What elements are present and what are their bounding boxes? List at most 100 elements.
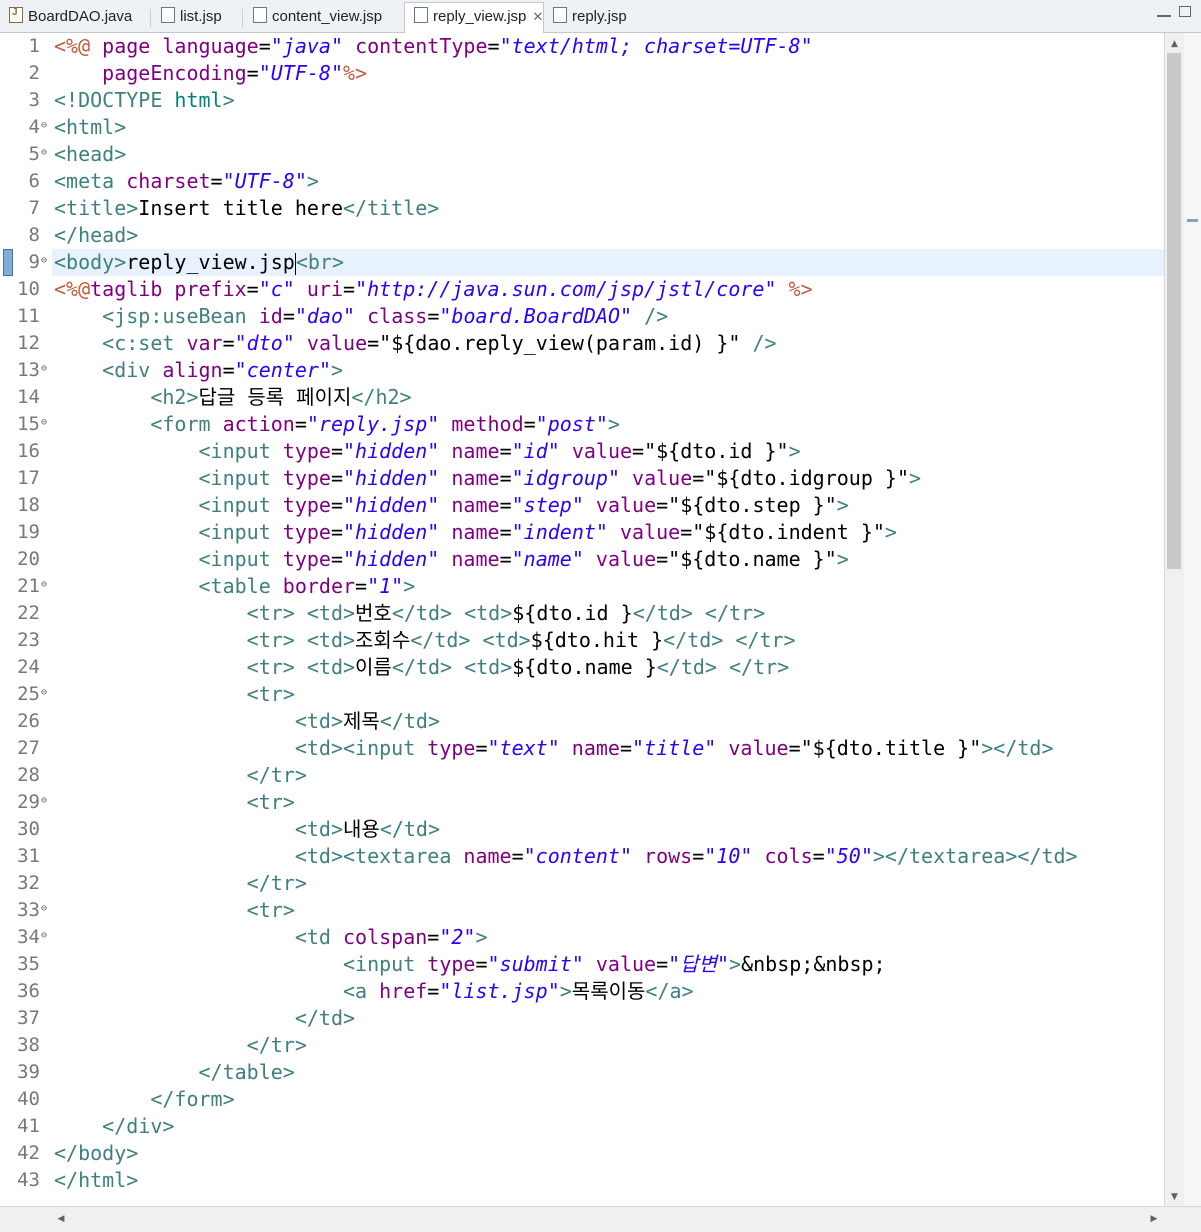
code-line[interactable]: 27 <td><input type="text" name="title" v… [0, 735, 1164, 762]
scroll-left-icon[interactable]: ◀ [52, 1210, 70, 1228]
code-line[interactable]: 38 </tr> [0, 1032, 1164, 1059]
code-line[interactable]: 1 <%@ page language="java" contentType="t… [0, 33, 1164, 60]
code-line[interactable]: 6 <meta charset="UTF-8"> [0, 168, 1164, 195]
code-token: <form [150, 412, 223, 436]
code-token: = [246, 61, 259, 85]
code-line[interactable]: 5 ⊖ <head> [0, 141, 1164, 168]
overview-ruler[interactable] [1184, 33, 1201, 1206]
horizontal-scrollbar[interactable]: ◀ ▶ [0, 1206, 1201, 1232]
scrollbar-thumb[interactable] [1167, 53, 1181, 569]
code-line[interactable]: 22 <tr> <td>번호</td> <td>${dto.id }</td> … [0, 600, 1164, 627]
code-editor[interactable]: 1 <%@ page language="java" contentType="t… [0, 33, 1164, 1206]
fold-toggle-icon[interactable]: ⊖ [41, 355, 47, 382]
scroll-up-icon[interactable]: ▲ [1165, 35, 1184, 53]
code-line[interactable]: 26 <td>제목</td> [0, 708, 1164, 735]
code-line[interactable]: 42 </body> [0, 1140, 1164, 1167]
code-token: "UTF-8" [258, 61, 344, 85]
code-line[interactable]: 40 </form> [0, 1086, 1164, 1113]
code-line[interactable]: 28 </tr> [0, 762, 1164, 789]
close-tab-icon[interactable]: ✕ [532, 3, 543, 31]
code-token: "50" [824, 844, 873, 868]
code-text: <jsp:useBean id="dao" class="board.Board… [54, 303, 668, 330]
code-token: "list.jsp" [439, 979, 560, 1003]
tab-content-view-jsp[interactable]: content_view.jsp [244, 3, 382, 31]
current-line-marker[interactable] [1187, 219, 1198, 222]
tab-boarddao-java[interactable]: BoardDAO.java [0, 0, 132, 31]
fold-toggle-icon[interactable]: ⊖ [41, 922, 47, 949]
fold-toggle-icon[interactable]: ⊖ [41, 112, 47, 139]
code-line[interactable]: 14 <h2>답글 등록 페이지</h2> [0, 384, 1164, 411]
code-line[interactable]: 4 ⊖ <html> [0, 114, 1164, 141]
code-line[interactable]: 16 <input type="hidden" name="id" value=… [0, 438, 1164, 465]
minimize-icon[interactable] [1157, 9, 1171, 17]
code-line[interactable]: 34 ⊖ <td colspan="2"> [0, 924, 1164, 951]
code-line[interactable]: 41 </div> [0, 1113, 1164, 1140]
code-text: <c:set var="dto" value="${dao.reply_view… [54, 330, 776, 357]
code-line[interactable]: 10 <%@taglib prefix="c" uri="http://java.… [0, 276, 1164, 303]
code-text: <tr> <td>이름</td> <td>${dto.name }</td> <… [54, 654, 790, 681]
code-line[interactable]: 17 <input type="hidden" name="idgroup" v… [0, 465, 1164, 492]
code-text: <input type="hidden" name="name" value="… [54, 546, 849, 573]
code-line[interactable]: 24 <tr> <td>이름</td> <td>${dto.name }</td… [0, 654, 1164, 681]
line-number: 27 [17, 737, 40, 759]
line-number: 2 [28, 62, 40, 84]
code-line[interactable]: 7 <title>Insert title here</title> [0, 195, 1164, 222]
code-token: type [427, 952, 476, 976]
tab-reply-jsp[interactable]: reply.jsp [544, 3, 627, 31]
code-line[interactable]: 8 </head> [0, 222, 1164, 249]
fold-toggle-icon[interactable]: ⊖ [41, 139, 47, 166]
code-line[interactable]: 35 <input type="submit" value="답변">&nbsp… [0, 951, 1164, 978]
fold-toggle-icon[interactable]: ⊖ [41, 895, 47, 922]
code-token: </td> [294, 1006, 356, 1030]
code-line[interactable]: 21 ⊖ <table border="1"> [0, 573, 1164, 600]
code-line[interactable]: 36 <a href="list.jsp">목록이동</a> [0, 978, 1164, 1005]
code-line[interactable]: 18 <input type="hidden" name="step" valu… [0, 492, 1164, 519]
code-token: var [186, 331, 223, 355]
fold-toggle-icon[interactable]: ⊖ [41, 409, 47, 436]
code-token: </td> <td> [391, 655, 513, 679]
code-line[interactable]: 13 ⊖ <div align="center"> [0, 357, 1164, 384]
code-line[interactable]: 23 <tr> <td>조회수</td> <td>${dto.hit }</td… [0, 627, 1164, 654]
code-text: <input type="hidden" name="step" value="… [54, 492, 849, 519]
code-text: <td colspan="2"> [54, 924, 488, 951]
scroll-down-icon[interactable]: ▼ [1165, 1188, 1184, 1206]
code-line[interactable]: 30 <td>내용</td> [0, 816, 1164, 843]
code-line[interactable]: 3 <!DOCTYPE html> [0, 87, 1164, 114]
fold-toggle-icon[interactable]: ⊖ [41, 787, 47, 814]
code-line[interactable]: 31 <td><textarea name="content" rows="10… [0, 843, 1164, 870]
code-line[interactable]: 12 <c:set var="dto" value="${dao.reply_v… [0, 330, 1164, 357]
jsp-file-icon [553, 7, 567, 24]
code-token: border [282, 574, 356, 598]
maximize-icon[interactable] [1179, 6, 1191, 17]
tab-list-jsp[interactable]: list.jsp [152, 3, 222, 31]
code-token: page [102, 34, 163, 58]
code-line[interactable]: 2 pageEncoding="UTF-8"%> [0, 60, 1164, 87]
vertical-scrollbar[interactable]: ▲ ▼ [1164, 33, 1184, 1206]
code-line[interactable]: 11 <jsp:useBean id="dao" class="board.Bo… [0, 303, 1164, 330]
code-token: <table [198, 574, 283, 598]
fold-toggle-icon[interactable]: ⊖ [41, 571, 47, 598]
code-line[interactable]: 20 <input type="hidden" name="name" valu… [0, 546, 1164, 573]
code-text: <tr> [54, 681, 295, 708]
code-line[interactable]: 33 ⊖ <tr> [0, 897, 1164, 924]
code-line[interactable]: 19 <input type="hidden" name="indent" va… [0, 519, 1164, 546]
fold-toggle-icon[interactable]: ⊖ [41, 679, 47, 706]
line-number: 3 [28, 89, 40, 111]
scroll-right-icon[interactable]: ▶ [1145, 1210, 1163, 1228]
code-line[interactable]: 29 ⊖ <tr> [0, 789, 1164, 816]
code-line[interactable]: 9 ⊖ <body>reply_view.jsp<br> [0, 249, 1164, 276]
code-line[interactable]: 37 </td> [0, 1005, 1164, 1032]
tab-reply-view-jsp[interactable]: reply_view.jsp ✕ [404, 2, 545, 34]
code-token: <a [342, 979, 380, 1003]
code-line[interactable]: 15 ⊖ <form action="reply.jsp" method="pos… [0, 411, 1164, 438]
code-line[interactable]: 32 </tr> [0, 870, 1164, 897]
code-line[interactable]: 39 </table> [0, 1059, 1164, 1086]
code-token: <title> [54, 196, 139, 220]
code-line[interactable]: 25 ⊖ <tr> [0, 681, 1164, 708]
fold-toggle-icon[interactable]: ⊖ [41, 247, 47, 274]
code-line[interactable]: 43 </html> [0, 1167, 1164, 1194]
